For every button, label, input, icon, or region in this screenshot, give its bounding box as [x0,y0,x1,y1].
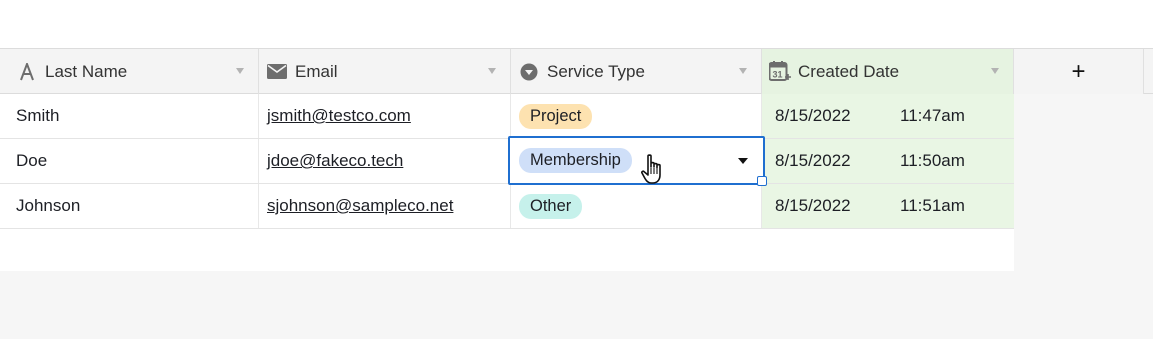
email-link[interactable]: jdoe@fakeco.tech [267,151,403,171]
chevron-down-icon[interactable] [739,68,747,74]
records-grid: Smith jsmith@testco.com Project 8/15/202… [0,94,1014,271]
add-column-button[interactable]: + [1014,49,1144,94]
table-row[interactable]: Doe jdoe@fakeco.tech 8/15/2022 11:50am [0,139,1014,184]
column-header-label: Created Date [798,61,900,81]
created-date-value: 8/15/2022 [775,106,851,125]
column-header-email[interactable]: Email [259,49,511,94]
chevron-down-icon[interactable] [488,68,496,74]
service-type-cell[interactable]: Project [511,94,762,138]
toolbar-area [0,0,1153,48]
created-time-value: 11:51am [900,196,965,215]
service-type-pill: Other [519,193,583,219]
email-cell[interactable]: jsmith@testco.com [259,94,511,138]
email-link[interactable]: jsmith@testco.com [267,106,411,126]
column-header-row: Last Name Email Service Type 31 Created … [0,48,1153,94]
last-name-cell[interactable]: Smith [0,94,259,138]
created-date-cell[interactable]: 8/15/2022 11:51am [762,184,1014,228]
fill-handle[interactable] [757,176,767,186]
created-date-value: 8/15/2022 [775,196,851,215]
email-link[interactable]: sjohnson@sampleco.net [267,196,453,216]
service-type-pill: Membership [519,148,632,173]
created-date-cell[interactable]: 8/15/2022 11:50am [762,139,1014,183]
active-service-type-cell[interactable]: Membership [508,136,765,185]
service-type-cell[interactable]: Other [511,184,762,228]
empty-row-area[interactable] [0,229,1014,271]
text-field-icon [16,62,38,82]
column-header-service-type[interactable]: Service Type [511,49,762,94]
created-time-value: 11:50am [900,151,965,170]
hand-pointer-cursor-icon [641,154,661,184]
column-header-label: Last Name [45,61,128,81]
column-header-last-name[interactable]: Last Name [0,49,259,94]
last-name-cell[interactable]: Johnson [0,184,259,228]
created-date-value: 8/15/2022 [775,151,851,170]
email-cell[interactable]: jdoe@fakeco.tech [259,139,511,183]
created-time-value: 11:47am [900,106,965,125]
envelope-icon [266,62,288,82]
dropdown-arrow-icon[interactable] [738,158,748,164]
column-header-created-date[interactable]: 31 Created Date [762,49,1014,94]
calendar-created-icon: 31 [769,61,791,82]
last-name-cell[interactable]: Doe [0,139,259,183]
column-header-label: Service Type [547,61,645,81]
created-date-cell[interactable]: 8/15/2022 11:47am [762,94,1014,138]
table-row[interactable]: Johnson sjohnson@sampleco.net Other 8/15… [0,184,1014,229]
svg-text:31: 31 [773,70,783,80]
chevron-down-icon[interactable] [991,68,999,74]
column-header-label: Email [295,61,338,81]
table-row[interactable]: Smith jsmith@testco.com Project 8/15/202… [0,94,1014,139]
service-type-pill: Project [519,103,593,129]
chevron-down-icon[interactable] [236,68,244,74]
email-cell[interactable]: sjohnson@sampleco.net [259,184,511,228]
header-spacer [1144,49,1153,94]
single-select-icon [518,62,540,82]
